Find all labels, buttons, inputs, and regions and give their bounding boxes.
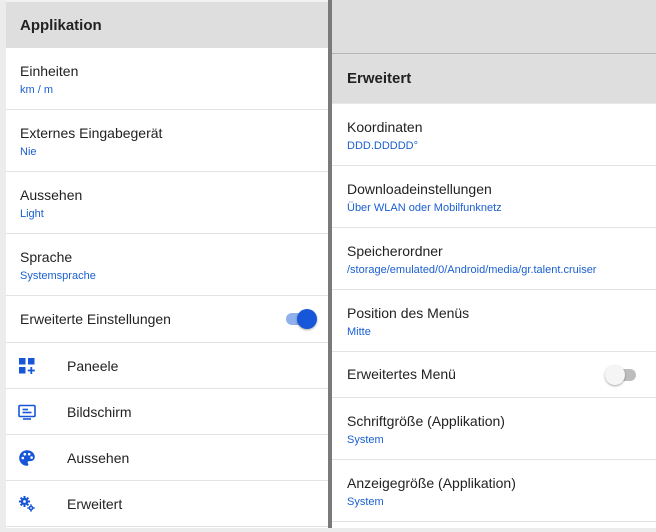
external-input-value: Nie <box>20 146 37 158</box>
appearance-title: Aussehen <box>20 187 83 203</box>
nav-item-advanced[interactable]: Erweitert <box>6 481 328 527</box>
coordinates-value: DDD.DDDDD° <box>347 140 419 152</box>
nav-item-appearance[interactable]: Aussehen <box>6 435 328 481</box>
storage-folder-value: /storage/emulated/0/Android/media/gr.tal… <box>347 264 597 276</box>
extended-menu-switch[interactable] <box>605 364 636 385</box>
language-title: Sprache <box>20 249 73 265</box>
coordinates-setting[interactable]: Koordinaten DDD.DDDDD° <box>332 104 656 166</box>
storage-folder-setting[interactable]: Speicherordner /storage/emulated/0/Andro… <box>332 228 656 290</box>
application-header: Applikation <box>6 0 328 48</box>
nav-item-screen[interactable]: Bildschirm <box>6 389 328 435</box>
advanced-settings-switch[interactable] <box>286 309 317 329</box>
extended-menu-row[interactable]: Erweitertes Menü <box>332 352 656 398</box>
nav-label-advanced: Erweitert <box>67 495 123 512</box>
advanced-settings-label: Erweiterte Einstellungen <box>20 310 171 327</box>
application-settings-pane: Applikation Einheiten km / m Externes Ei… <box>6 0 328 528</box>
coordinates-title: Koordinaten <box>347 119 423 135</box>
units-value: km / m <box>20 84 53 96</box>
menu-position-value: Mitte <box>347 326 371 338</box>
download-title: Downloadeinstellungen <box>347 181 492 197</box>
download-value: Über WLAN oder Mobilfunknetz <box>347 202 502 214</box>
language-value: Systemsprache <box>20 270 96 282</box>
screen-icon <box>6 403 67 421</box>
top-bar <box>332 0 656 54</box>
nav-label-appearance: Aussehen <box>67 449 130 466</box>
display-size-value: System <box>347 496 384 508</box>
gears-icon <box>6 495 67 513</box>
menu-position-setting[interactable]: Position des Menüs Mitte <box>332 290 656 352</box>
advanced-settings-row[interactable]: Erweiterte Einstellungen <box>6 296 328 343</box>
panels-add-icon <box>6 357 67 375</box>
external-input-title: Externes Eingabegerät <box>20 125 163 141</box>
extended-menu-label: Erweitertes Menü <box>347 366 456 382</box>
font-size-value: System <box>347 434 384 446</box>
nav-label-panels: Paneele <box>67 357 119 374</box>
display-size-title: Anzeigegröße (Applikation) <box>347 475 516 491</box>
external-input-setting[interactable]: Externes Eingabegerät Nie <box>6 110 328 172</box>
font-size-title: Schriftgröße (Applikation) <box>347 413 505 429</box>
palette-icon <box>6 449 67 467</box>
appearance-value: Light <box>20 208 44 220</box>
switch-knob <box>297 309 317 329</box>
language-setting[interactable]: Sprache Systemsprache <box>6 234 328 296</box>
nav-label-screen: Bildschirm <box>67 403 132 420</box>
units-setting[interactable]: Einheiten km / m <box>6 48 328 110</box>
download-setting[interactable]: Downloadeinstellungen Über WLAN oder Mob… <box>332 166 656 228</box>
font-size-setting[interactable]: Schriftgröße (Applikation) System <box>332 398 656 460</box>
display-size-setting[interactable]: Anzeigegröße (Applikation) System <box>332 460 656 522</box>
menu-position-title: Position des Menüs <box>347 305 470 321</box>
switch-knob <box>605 364 625 385</box>
units-title: Einheiten <box>20 63 79 79</box>
advanced-header: Erweitert <box>332 54 656 104</box>
storage-folder-title: Speicherordner <box>347 243 443 259</box>
nav-item-panels[interactable]: Paneele <box>6 343 328 389</box>
appearance-setting[interactable]: Aussehen Light <box>6 172 328 234</box>
advanced-settings-pane: Erweitert Koordinaten DDD.DDDDD° Downloa… <box>332 0 656 528</box>
